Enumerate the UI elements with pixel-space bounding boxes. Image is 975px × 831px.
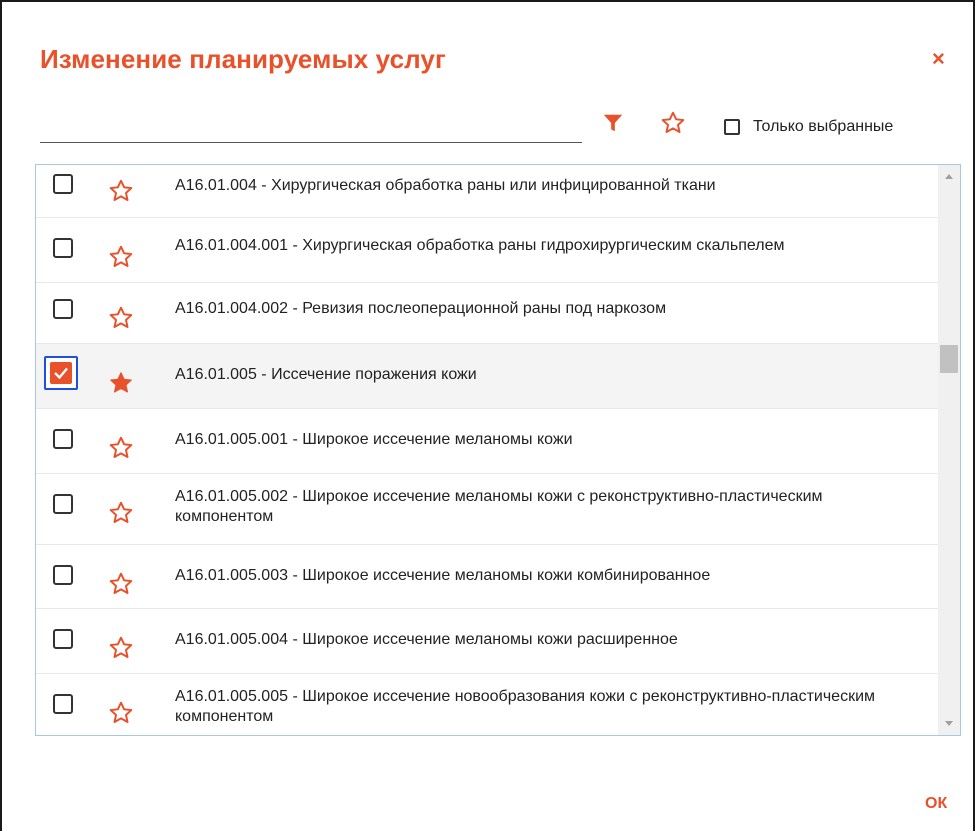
star-outline-icon[interactable]: [108, 571, 134, 597]
list-item[interactable]: А16.01.005 - Иссечение поражения кожи: [36, 344, 938, 409]
service-label: А16.01.005.001 - Широкое иссечение мелан…: [175, 431, 573, 448]
services-list[interactable]: А16.01.004 - Хирургическая обработка ран…: [35, 164, 961, 736]
star-outline-icon[interactable]: [660, 110, 686, 136]
scrollbar[interactable]: [938, 165, 960, 735]
list-item[interactable]: А16.01.004.001 - Хирургическая обработка…: [36, 218, 938, 283]
list-item[interactable]: А16.01.004 - Хирургическая обработка ран…: [36, 165, 938, 218]
filter-icon[interactable]: [602, 112, 624, 134]
star-filled-icon[interactable]: [108, 370, 134, 396]
list-item[interactable]: А16.01.005.004 - Широкое иссечение мелан…: [36, 609, 938, 674]
services-rows: А16.01.004 - Хирургическая обработка ран…: [36, 165, 938, 735]
service-checkbox[interactable]: [53, 694, 73, 714]
service-label: А16.01.004.001 - Хирургическая обработка…: [175, 237, 785, 254]
list-item[interactable]: А16.01.004.002 - Ревизия послеоперационн…: [36, 283, 938, 344]
star-outline-icon[interactable]: [108, 244, 134, 270]
list-item[interactable]: А16.01.005.005 - Широкое иссечение новоо…: [36, 674, 938, 735]
service-checkbox[interactable]: [53, 494, 73, 514]
only-selected-label: Только выбранные: [753, 118, 894, 135]
close-icon[interactable]: ×: [932, 46, 945, 72]
list-item[interactable]: А16.01.005.003 - Широкое иссечение мелан…: [36, 545, 938, 609]
service-label: А16.01.005.004 - Широкое иссечение мелан…: [175, 631, 678, 648]
search-input[interactable]: [40, 114, 582, 143]
service-label: А16.01.005.002 - Широкое иссечение мелан…: [175, 488, 823, 525]
star-outline-icon[interactable]: [108, 635, 134, 661]
service-checkbox[interactable]: [44, 356, 78, 390]
checkmark-icon: [54, 367, 68, 380]
service-checkbox[interactable]: [53, 299, 73, 319]
service-checkbox[interactable]: [53, 565, 73, 585]
service-label: А16.01.005.005 - Широкое иссечение новоо…: [175, 688, 876, 725]
star-outline-icon[interactable]: [108, 178, 134, 204]
service-checkbox[interactable]: [53, 629, 73, 649]
scroll-down-icon[interactable]: [938, 711, 960, 735]
star-outline-icon[interactable]: [108, 500, 134, 526]
checkbox-checked-fill: [50, 362, 72, 384]
list-item[interactable]: А16.01.005.002 - Широкое иссечение мелан…: [36, 474, 938, 545]
service-label: А16.01.004.002 - Ревизия послеоперационн…: [175, 300, 667, 317]
list-item[interactable]: А16.01.005.001 - Широкое иссечение мелан…: [36, 409, 938, 474]
service-label: А16.01.004 - Хирургическая обработка ран…: [175, 177, 716, 194]
scroll-up-icon[interactable]: [938, 165, 960, 189]
only-selected-toggle[interactable]: Только выбранные: [724, 118, 893, 136]
star-outline-icon[interactable]: [108, 435, 134, 461]
dialog: Изменение планируемых услуг × Только выб…: [0, 0, 975, 831]
service-checkbox[interactable]: [53, 238, 73, 258]
scrollbar-thumb[interactable]: [940, 345, 958, 373]
service-checkbox[interactable]: [53, 174, 73, 194]
service-label: А16.01.005 - Иссечение поражения кожи: [175, 366, 477, 383]
star-outline-icon[interactable]: [108, 305, 134, 331]
ok-button[interactable]: ОК: [925, 795, 947, 813]
star-outline-icon[interactable]: [108, 700, 134, 726]
service-checkbox[interactable]: [53, 429, 73, 449]
service-label: А16.01.005.003 - Широкое иссечение мелан…: [175, 567, 711, 584]
only-selected-checkbox[interactable]: [724, 119, 740, 135]
dialog-title: Изменение планируемых услуг: [40, 44, 446, 74]
